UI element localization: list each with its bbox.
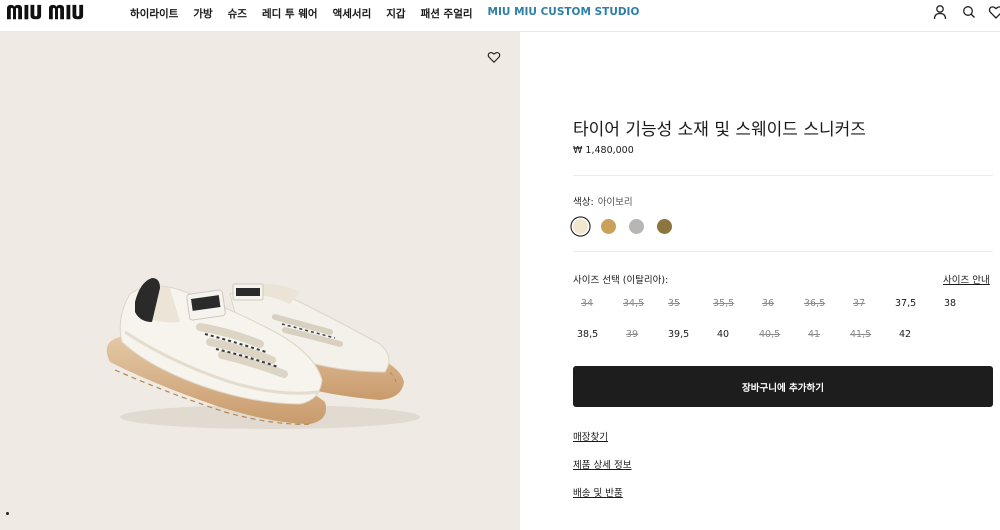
size-option: 39 bbox=[626, 329, 639, 340]
add-to-cart-button[interactable]: 장바구니에 추가하기 bbox=[573, 366, 993, 407]
size-option[interactable]: 42 bbox=[899, 329, 935, 340]
size-option: 41 bbox=[808, 329, 821, 340]
color-label-text: 색상: bbox=[573, 197, 594, 208]
size-option: 35,5 bbox=[713, 298, 735, 309]
size-option[interactable]: 37,5 bbox=[895, 298, 931, 309]
nav-wallets[interactable]: 지갑 bbox=[386, 6, 405, 21]
color-swatch[interactable] bbox=[573, 219, 588, 234]
product-details-link[interactable]: 제품 상세 정보 bbox=[573, 457, 631, 471]
size-option: 41,5 bbox=[850, 329, 872, 340]
size-guide-link[interactable]: 사이즈 안내 bbox=[943, 272, 990, 286]
size-option[interactable]: 38,5 bbox=[577, 329, 613, 340]
divider bbox=[573, 175, 993, 176]
size-option: 35 bbox=[668, 298, 681, 309]
color-value: 아이보리 bbox=[597, 197, 633, 208]
size-option: 34,5 bbox=[623, 298, 645, 309]
shipping-returns-link[interactable]: 배송 및 반품 bbox=[573, 485, 623, 499]
carousel-dot[interactable] bbox=[6, 512, 9, 515]
nav-fashion-jewelry[interactable]: 패션 주얼리 bbox=[421, 6, 473, 21]
size-option: 40,5 bbox=[759, 329, 781, 340]
color-swatch[interactable] bbox=[629, 219, 644, 234]
wishlist-icon[interactable] bbox=[988, 4, 1000, 20]
color-swatch[interactable] bbox=[657, 219, 672, 234]
product-price: ₩ 1,480,000 bbox=[573, 145, 634, 156]
product-title: 타이어 기능성 소재 및 스웨이드 스니커즈 bbox=[573, 120, 866, 140]
nav-highlights[interactable]: 하이라이트 bbox=[130, 6, 178, 21]
account-icon[interactable] bbox=[932, 4, 948, 20]
nav-custom-studio[interactable]: MIU MIU CUSTOM STUDIO bbox=[488, 6, 640, 21]
product-wishlist-icon[interactable] bbox=[487, 50, 501, 64]
product-image[interactable] bbox=[0, 32, 520, 530]
size-option: 36 bbox=[762, 298, 775, 309]
nav-ready-to-wear[interactable]: 레디 투 웨어 bbox=[262, 6, 318, 21]
main-nav: 하이라이트 가방 슈즈 레디 투 웨어 액세서리 지갑 패션 주얼리 MIU M… bbox=[130, 6, 654, 21]
search-icon[interactable] bbox=[961, 4, 977, 20]
nav-accessories[interactable]: 액세서리 bbox=[333, 6, 372, 21]
color-swatch[interactable] bbox=[601, 219, 616, 234]
nav-shoes[interactable]: 슈즈 bbox=[228, 6, 247, 21]
nav-bags[interactable]: 가방 bbox=[193, 6, 212, 21]
divider bbox=[573, 251, 993, 252]
size-label: 사이즈 선택 (이탈리아): bbox=[573, 275, 669, 286]
size-option[interactable]: 40 bbox=[717, 329, 753, 340]
miumiu-logo-icon bbox=[7, 4, 84, 20]
size-option[interactable]: 39,5 bbox=[668, 329, 704, 340]
sneaker-image bbox=[106, 278, 420, 429]
size-option: 36,5 bbox=[804, 298, 826, 309]
size-option: 34 bbox=[581, 298, 594, 309]
store-locator-link[interactable]: 매장찾기 bbox=[573, 429, 608, 443]
color-label: 색상: 아이보리 bbox=[573, 194, 633, 208]
site-header: 하이라이트 가방 슈즈 레디 투 웨어 액세서리 지갑 패션 주얼리 MIU M… bbox=[0, 0, 1000, 32]
size-option: 37 bbox=[853, 298, 866, 309]
color-swatches bbox=[573, 219, 685, 234]
size-option[interactable]: 38 bbox=[944, 298, 980, 309]
brand-logo[interactable] bbox=[7, 4, 119, 22]
